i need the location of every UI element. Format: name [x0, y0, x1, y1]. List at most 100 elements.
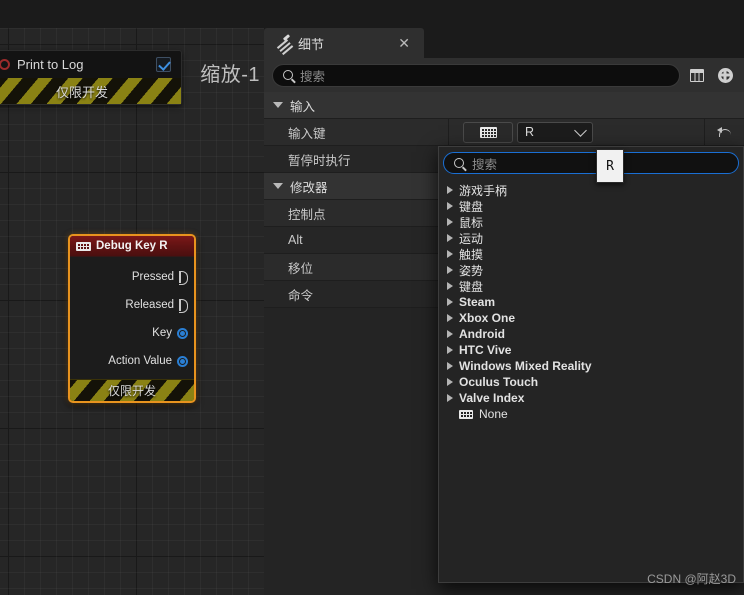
tab-details[interactable]: 细节 ✕ — [264, 28, 424, 58]
search-icon — [454, 158, 464, 168]
key-picker[interactable]: R — [453, 121, 593, 143]
chevron-right-icon[interactable] — [447, 314, 453, 322]
chevron-right-icon[interactable] — [447, 186, 453, 194]
list-item-none[interactable]: None — [439, 406, 743, 422]
development-only-banner: 仅限开发 — [70, 379, 194, 401]
key-select-popup[interactable]: 搜索 游戏手柄 键盘 鼠标 运动 触摸 姿势 键盘 Steam Xbox One… — [438, 146, 744, 583]
keyboard-icon[interactable] — [463, 121, 513, 143]
list-item[interactable]: Android — [439, 326, 743, 342]
property-label: 控制点 — [264, 200, 449, 226]
undo-arrow-icon — [717, 126, 732, 139]
list-item[interactable]: Oculus Touch — [439, 374, 743, 390]
list-item[interactable]: 鼠标 — [439, 214, 743, 230]
chevron-right-icon[interactable] — [447, 330, 453, 338]
list-item[interactable]: Valve Index — [439, 390, 743, 406]
chevron-right-icon[interactable] — [447, 394, 453, 402]
grid-view-icon[interactable] — [686, 64, 708, 86]
chevron-right-icon[interactable] — [447, 266, 453, 274]
exec-pin-icon[interactable] — [179, 271, 188, 285]
node-pin-row[interactable]: Pressed — [70, 263, 194, 291]
list-item-label: 游戏手柄 — [459, 183, 508, 198]
list-item-label: Valve Index — [459, 391, 525, 405]
property-label: 移位 — [264, 254, 449, 280]
data-pin-icon[interactable] — [177, 327, 188, 339]
details-tab-bar: 细节 ✕ — [264, 28, 744, 58]
search-icon — [283, 70, 293, 80]
list-item-label: 运动 — [459, 231, 484, 246]
development-only-label: 仅限开发 — [107, 384, 156, 398]
chevron-right-icon[interactable] — [447, 250, 453, 258]
list-item[interactable]: 键盘 — [439, 278, 743, 294]
debug-key-r-node[interactable]: Debug Key R Pressed Released Key Action … — [68, 234, 196, 403]
node-pin-list: Pressed Released Key Action Value — [70, 257, 194, 379]
checkmark-icon[interactable] — [156, 57, 171, 72]
list-item[interactable]: 运动 — [439, 230, 743, 246]
list-item-label: Android — [459, 327, 505, 341]
chevron-right-icon[interactable] — [447, 218, 453, 226]
property-value[interactable]: R — [449, 119, 704, 145]
list-item[interactable]: 触摸 — [439, 246, 743, 262]
print-to-log-node[interactable]: Print to Log 仅限开发 — [0, 50, 182, 105]
chevron-right-icon[interactable] — [447, 378, 453, 386]
chevron-down-icon — [273, 102, 283, 108]
reset-to-default-button[interactable] — [704, 119, 744, 145]
pin-label: Key — [152, 327, 172, 339]
popup-search-input[interactable]: 搜索 — [443, 152, 739, 174]
development-only-label: 仅限开发 — [55, 84, 108, 100]
pin-label: Action Value — [108, 355, 172, 367]
section-label: 输入 — [290, 99, 316, 114]
details-pencil-icon — [275, 36, 290, 51]
section-header-input[interactable]: 输入 — [264, 92, 744, 119]
list-item-label: 鼠标 — [459, 215, 484, 230]
section-label: 修改器 — [290, 180, 328, 195]
node-header: Debug Key R — [70, 236, 194, 257]
property-label: Alt — [264, 227, 449, 253]
key-select-value: R — [525, 125, 535, 139]
list-item[interactable]: 姿势 — [439, 262, 743, 278]
data-pin-icon[interactable] — [177, 355, 188, 367]
tab-label: 细节 — [298, 36, 325, 52]
chevron-right-icon[interactable] — [447, 298, 453, 306]
exec-out-pin-icon[interactable] — [0, 59, 10, 70]
top-strip — [0, 0, 744, 28]
key-category-list: 游戏手柄 键盘 鼠标 运动 触摸 姿势 键盘 Steam Xbox One An… — [439, 180, 743, 422]
property-label: 暂停时执行 — [264, 146, 449, 172]
chevron-down-icon — [574, 123, 587, 137]
chevron-right-icon[interactable] — [447, 362, 453, 370]
close-icon[interactable]: ✕ — [396, 36, 412, 50]
list-item[interactable]: Windows Mixed Reality — [439, 358, 743, 374]
list-item[interactable]: HTC Vive — [439, 342, 743, 358]
search-input[interactable]: 搜索 — [272, 63, 680, 87]
list-item[interactable]: 游戏手柄 — [439, 182, 743, 198]
development-only-banner: 仅限开发 — [0, 78, 181, 104]
search-placeholder: 搜索 — [300, 69, 326, 84]
node-pin-row[interactable]: Key — [70, 319, 194, 347]
chevron-down-icon — [273, 183, 283, 189]
blueprint-graph-canvas[interactable]: 缩放-1 Print to Log 仅限开发 Debug Key R Press… — [0, 28, 264, 595]
list-item-label: 触摸 — [459, 247, 484, 262]
details-search-bar: 搜索 — [264, 58, 744, 92]
node-pin-row[interactable]: Released — [70, 291, 194, 319]
pin-label: Pressed — [131, 271, 174, 283]
exec-pin-icon[interactable] — [179, 299, 188, 313]
key-capture-badge: R — [596, 149, 624, 183]
graph-zoom-label: 缩放-1 — [200, 64, 260, 86]
chevron-right-icon[interactable] — [447, 234, 453, 242]
node-pin-row[interactable]: Action Value — [70, 347, 194, 375]
chevron-right-icon[interactable] — [447, 202, 453, 210]
list-item[interactable]: Xbox One — [439, 310, 743, 326]
list-item[interactable]: 键盘 — [439, 198, 743, 214]
node-title: Debug Key R — [96, 240, 168, 252]
app-root: 缩放-1 Print to Log 仅限开发 Debug Key R Press… — [0, 0, 744, 595]
keyboard-icon — [76, 241, 91, 251]
list-item-label: Xbox One — [459, 311, 516, 325]
list-item[interactable]: Steam — [439, 294, 743, 310]
chevron-right-icon[interactable] — [447, 346, 453, 354]
property-row-input-key[interactable]: 输入键 R — [264, 119, 744, 146]
watermark: CSDN @阿赵3D — [647, 572, 736, 586]
popup-search-placeholder: 搜索 — [472, 157, 498, 172]
key-select-dropdown[interactable]: R — [517, 121, 593, 143]
gear-icon[interactable] — [714, 64, 736, 86]
chevron-right-icon[interactable] — [447, 282, 453, 290]
print-to-log-row: Print to Log — [0, 51, 181, 78]
